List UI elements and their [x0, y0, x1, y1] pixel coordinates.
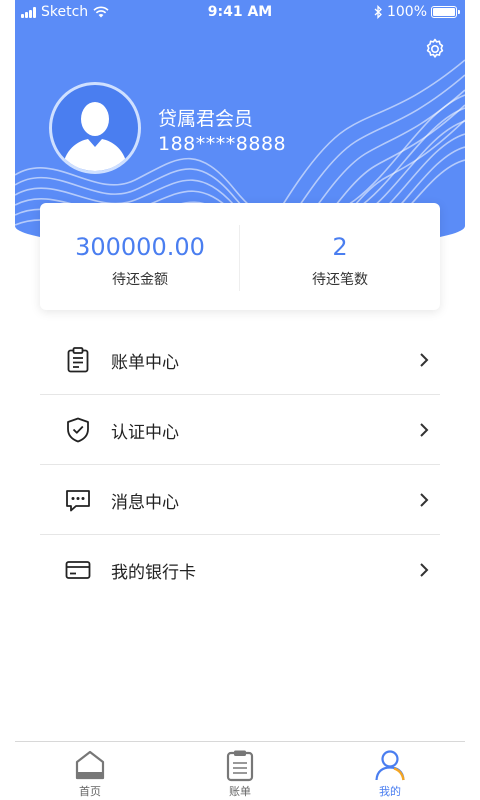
tab-bill[interactable]: 账单 [165, 742, 315, 800]
chevron-right-icon [420, 493, 429, 507]
status-bar: Sketch 9:41 AM 100% [15, 0, 465, 26]
bluetooth-icon [374, 5, 382, 19]
menu-label: 账单中心 [111, 353, 179, 373]
battery-percent: 100% [386, 4, 427, 20]
menu-item-bank-card[interactable]: 我的银行卡 [40, 535, 440, 605]
pending-amount-label: 待还金额 [112, 272, 168, 288]
bank-card-icon [65, 561, 91, 579]
menu-list: 账单中心 认证中心 消息中心 我的银行卡 [40, 325, 440, 605]
person-silhouette-icon [62, 102, 128, 171]
pending-count[interactable]: 2 待还笔数 [240, 203, 440, 310]
tab-bar: 首页 账单 我的 [15, 741, 465, 800]
pending-count-label: 待还笔数 [312, 272, 368, 288]
user-icon [375, 750, 405, 781]
battery-icon [431, 6, 460, 18]
tab-label: 首页 [79, 785, 101, 798]
tab-label: 我的 [379, 785, 401, 798]
menu-label: 消息中心 [111, 493, 179, 513]
settings-gear-icon[interactable] [423, 37, 447, 61]
home-icon [75, 750, 105, 780]
tab-mine[interactable]: 我的 [315, 742, 465, 800]
menu-label: 我的银行卡 [111, 563, 196, 583]
pending-amount[interactable]: 300000.00 待还金额 [40, 203, 240, 310]
chevron-right-icon [420, 353, 429, 367]
repayment-summary-card: 300000.00 待还金额 2 待还笔数 [40, 203, 440, 310]
avatar[interactable] [49, 82, 141, 174]
message-icon [66, 490, 90, 512]
phone-screen: Sketch 9:41 AM 100% 贷属君会员 188****8888 30… [15, 0, 465, 800]
member-phone: 188****8888 [158, 133, 287, 155]
pending-count-value: 2 [332, 233, 348, 261]
shield-check-icon [67, 417, 89, 443]
tab-label: 账单 [229, 785, 251, 798]
bill-icon [226, 750, 254, 782]
tab-home[interactable]: 首页 [15, 742, 165, 800]
pending-amount-value: 300000.00 [75, 233, 205, 261]
clipboard-icon [67, 347, 89, 373]
menu-item-bill-center[interactable]: 账单中心 [40, 325, 440, 395]
menu-label: 认证中心 [111, 423, 179, 443]
menu-item-message-center[interactable]: 消息中心 [40, 465, 440, 535]
chevron-right-icon [420, 563, 429, 577]
chevron-right-icon [420, 423, 429, 437]
member-name: 贷属君会员 [158, 108, 254, 130]
menu-item-verification-center[interactable]: 认证中心 [40, 395, 440, 465]
